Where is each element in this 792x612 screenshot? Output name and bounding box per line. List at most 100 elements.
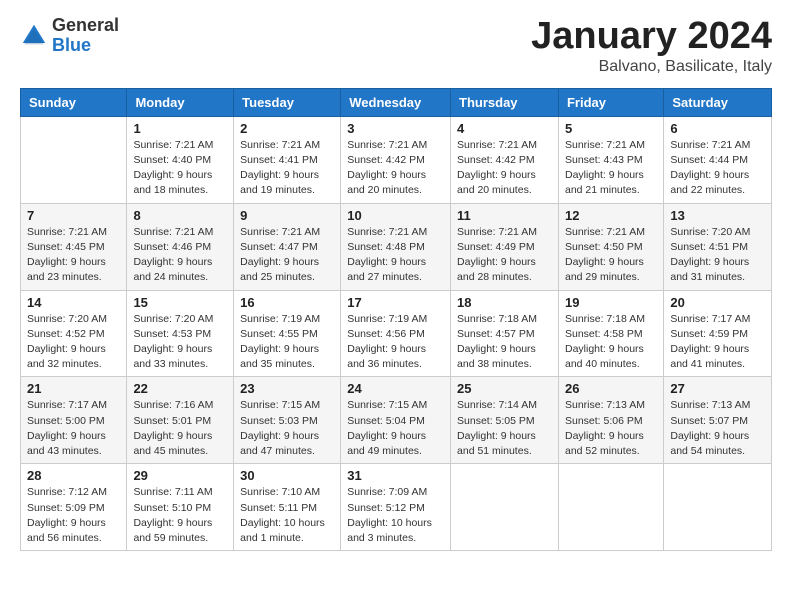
weekday-header-friday: Friday xyxy=(558,88,663,116)
day-number: 25 xyxy=(457,381,552,396)
calendar-cell: 16 Sunrise: 7:19 AMSunset: 4:55 PMDayligh… xyxy=(234,290,341,377)
day-info: Sunrise: 7:21 AMSunset: 4:47 PMDaylight:… xyxy=(240,225,334,286)
day-info: Sunrise: 7:21 AMSunset: 4:50 PMDaylight:… xyxy=(565,225,657,286)
day-number: 16 xyxy=(240,295,334,310)
weekday-header-thursday: Thursday xyxy=(451,88,559,116)
calendar-cell: 27 Sunrise: 7:13 AMSunset: 5:07 PMDayligh… xyxy=(664,377,772,464)
weekday-header-saturday: Saturday xyxy=(664,88,772,116)
month-title: January 2024 xyxy=(531,16,772,58)
calendar-cell: 5 Sunrise: 7:21 AMSunset: 4:43 PMDaylight… xyxy=(558,116,663,203)
calendar-cell: 7 Sunrise: 7:21 AMSunset: 4:45 PMDaylight… xyxy=(21,203,127,290)
day-info: Sunrise: 7:15 AMSunset: 5:04 PMDaylight:… xyxy=(347,398,444,459)
day-info: Sunrise: 7:21 AMSunset: 4:46 PMDaylight:… xyxy=(133,225,227,286)
day-number: 5 xyxy=(565,121,657,136)
calendar-cell: 28 Sunrise: 7:12 AMSunset: 5:09 PMDayligh… xyxy=(21,464,127,551)
day-number: 12 xyxy=(565,208,657,223)
calendar-cell: 29Sunrise: 7:11 AMSunset: 5:10 PMDayligh… xyxy=(127,464,234,551)
day-number: 1 xyxy=(133,121,227,136)
day-number: 7 xyxy=(27,208,120,223)
calendar-cell: 17 Sunrise: 7:19 AMSunset: 4:56 PMDayligh… xyxy=(341,290,451,377)
logo-text: General Blue xyxy=(52,16,119,56)
day-number: 27 xyxy=(670,381,765,396)
day-info: Sunrise: 7:10 AMSunset: 5:11 PMDaylight:… xyxy=(240,485,334,546)
logo-icon xyxy=(20,22,48,50)
day-number: 23 xyxy=(240,381,334,396)
day-info: Sunrise: 7:21 AMSunset: 4:40 PMDaylight:… xyxy=(133,138,227,199)
calendar-cell: 11Sunrise: 7:21 AMSunset: 4:49 PMDayligh… xyxy=(451,203,559,290)
day-info: Sunrise: 7:18 AMSunset: 4:58 PMDaylight:… xyxy=(565,312,657,373)
calendar-cell: 10Sunrise: 7:21 AMSunset: 4:48 PMDayligh… xyxy=(341,203,451,290)
day-info: Sunrise: 7:15 AMSunset: 5:03 PMDaylight:… xyxy=(240,398,334,459)
day-info: Sunrise: 7:14 AMSunset: 5:05 PMDaylight:… xyxy=(457,398,552,459)
day-info: Sunrise: 7:12 AMSunset: 5:09 PMDaylight:… xyxy=(27,485,120,546)
day-info: Sunrise: 7:19 AMSunset: 4:55 PMDaylight:… xyxy=(240,312,334,373)
calendar-cell: 24 Sunrise: 7:15 AMSunset: 5:04 PMDayligh… xyxy=(341,377,451,464)
day-number: 10 xyxy=(347,208,444,223)
day-info: Sunrise: 7:20 AMSunset: 4:51 PMDaylight:… xyxy=(670,225,765,286)
day-number: 4 xyxy=(457,121,552,136)
day-info: Sunrise: 7:17 AMSunset: 4:59 PMDaylight:… xyxy=(670,312,765,373)
calendar-cell: 18Sunrise: 7:18 AMSunset: 4:57 PMDayligh… xyxy=(451,290,559,377)
calendar-cell: 6Sunrise: 7:21 AMSunset: 4:44 PMDaylight… xyxy=(664,116,772,203)
calendar-week-row: 28 Sunrise: 7:12 AMSunset: 5:09 PMDayligh… xyxy=(21,464,772,551)
calendar-body: 1 Sunrise: 7:21 AMSunset: 4:40 PMDaylight… xyxy=(21,116,772,550)
calendar-cell: 31 Sunrise: 7:09 AMSunset: 5:12 PMDayligh… xyxy=(341,464,451,551)
calendar-cell: 8 Sunrise: 7:21 AMSunset: 4:46 PMDaylight… xyxy=(127,203,234,290)
day-number: 14 xyxy=(27,295,120,310)
calendar-cell: 13Sunrise: 7:20 AMSunset: 4:51 PMDayligh… xyxy=(664,203,772,290)
weekday-header-tuesday: Tuesday xyxy=(234,88,341,116)
logo-general-text: General xyxy=(52,16,119,36)
calendar-table: SundayMondayTuesdayWednesdayThursdayFrid… xyxy=(20,88,772,551)
day-info: Sunrise: 7:13 AMSunset: 5:07 PMDaylight:… xyxy=(670,398,765,459)
logo: General Blue xyxy=(20,16,119,56)
calendar-week-row: 14 Sunrise: 7:20 AMSunset: 4:52 PMDayligh… xyxy=(21,290,772,377)
location-subtitle: Balvano, Basilicate, Italy xyxy=(531,58,772,76)
weekday-header-monday: Monday xyxy=(127,88,234,116)
calendar-cell xyxy=(664,464,772,551)
day-info: Sunrise: 7:11 AMSunset: 5:10 PMDaylight:… xyxy=(133,485,227,546)
day-number: 19 xyxy=(565,295,657,310)
day-number: 8 xyxy=(133,208,227,223)
day-info: Sunrise: 7:19 AMSunset: 4:56 PMDaylight:… xyxy=(347,312,444,373)
calendar-cell: 26 Sunrise: 7:13 AMSunset: 5:06 PMDayligh… xyxy=(558,377,663,464)
calendar-cell: 15Sunrise: 7:20 AMSunset: 4:53 PMDayligh… xyxy=(127,290,234,377)
day-number: 17 xyxy=(347,295,444,310)
calendar-cell xyxy=(558,464,663,551)
calendar-cell xyxy=(21,116,127,203)
calendar-cell: 4 Sunrise: 7:21 AMSunset: 4:42 PMDaylight… xyxy=(451,116,559,203)
day-number: 15 xyxy=(133,295,227,310)
day-number: 18 xyxy=(457,295,552,310)
day-info: Sunrise: 7:21 AMSunset: 4:45 PMDaylight:… xyxy=(27,225,120,286)
day-info: Sunrise: 7:17 AMSunset: 5:00 PMDaylight:… xyxy=(27,398,120,459)
calendar-week-row: 21 Sunrise: 7:17 AMSunset: 5:00 PMDayligh… xyxy=(21,377,772,464)
day-number: 2 xyxy=(240,121,334,136)
day-info: Sunrise: 7:20 AMSunset: 4:52 PMDaylight:… xyxy=(27,312,120,373)
day-info: Sunrise: 7:16 AMSunset: 5:01 PMDaylight:… xyxy=(133,398,227,459)
calendar-cell: 3 Sunrise: 7:21 AMSunset: 4:42 PMDaylight… xyxy=(341,116,451,203)
day-number: 21 xyxy=(27,381,120,396)
day-number: 26 xyxy=(565,381,657,396)
day-info: Sunrise: 7:09 AMSunset: 5:12 PMDaylight:… xyxy=(347,485,444,546)
day-number: 31 xyxy=(347,468,444,483)
day-number: 24 xyxy=(347,381,444,396)
day-number: 30 xyxy=(240,468,334,483)
day-number: 9 xyxy=(240,208,334,223)
calendar-week-row: 7 Sunrise: 7:21 AMSunset: 4:45 PMDaylight… xyxy=(21,203,772,290)
logo-blue-text: Blue xyxy=(52,36,119,56)
calendar-cell xyxy=(451,464,559,551)
day-info: Sunrise: 7:21 AMSunset: 4:42 PMDaylight:… xyxy=(347,138,444,199)
calendar-cell: 9 Sunrise: 7:21 AMSunset: 4:47 PMDaylight… xyxy=(234,203,341,290)
calendar-cell: 22Sunrise: 7:16 AMSunset: 5:01 PMDayligh… xyxy=(127,377,234,464)
day-number: 3 xyxy=(347,121,444,136)
day-info: Sunrise: 7:21 AMSunset: 4:42 PMDaylight:… xyxy=(457,138,552,199)
weekday-header-sunday: Sunday xyxy=(21,88,127,116)
calendar-week-row: 1 Sunrise: 7:21 AMSunset: 4:40 PMDaylight… xyxy=(21,116,772,203)
calendar-cell: 19 Sunrise: 7:18 AMSunset: 4:58 PMDayligh… xyxy=(558,290,663,377)
day-number: 28 xyxy=(27,468,120,483)
day-info: Sunrise: 7:21 AMSunset: 4:41 PMDaylight:… xyxy=(240,138,334,199)
weekday-header-row: SundayMondayTuesdayWednesdayThursdayFrid… xyxy=(21,88,772,116)
calendar-cell: 23 Sunrise: 7:15 AMSunset: 5:03 PMDayligh… xyxy=(234,377,341,464)
day-info: Sunrise: 7:13 AMSunset: 5:06 PMDaylight:… xyxy=(565,398,657,459)
day-info: Sunrise: 7:21 AMSunset: 4:43 PMDaylight:… xyxy=(565,138,657,199)
day-number: 20 xyxy=(670,295,765,310)
